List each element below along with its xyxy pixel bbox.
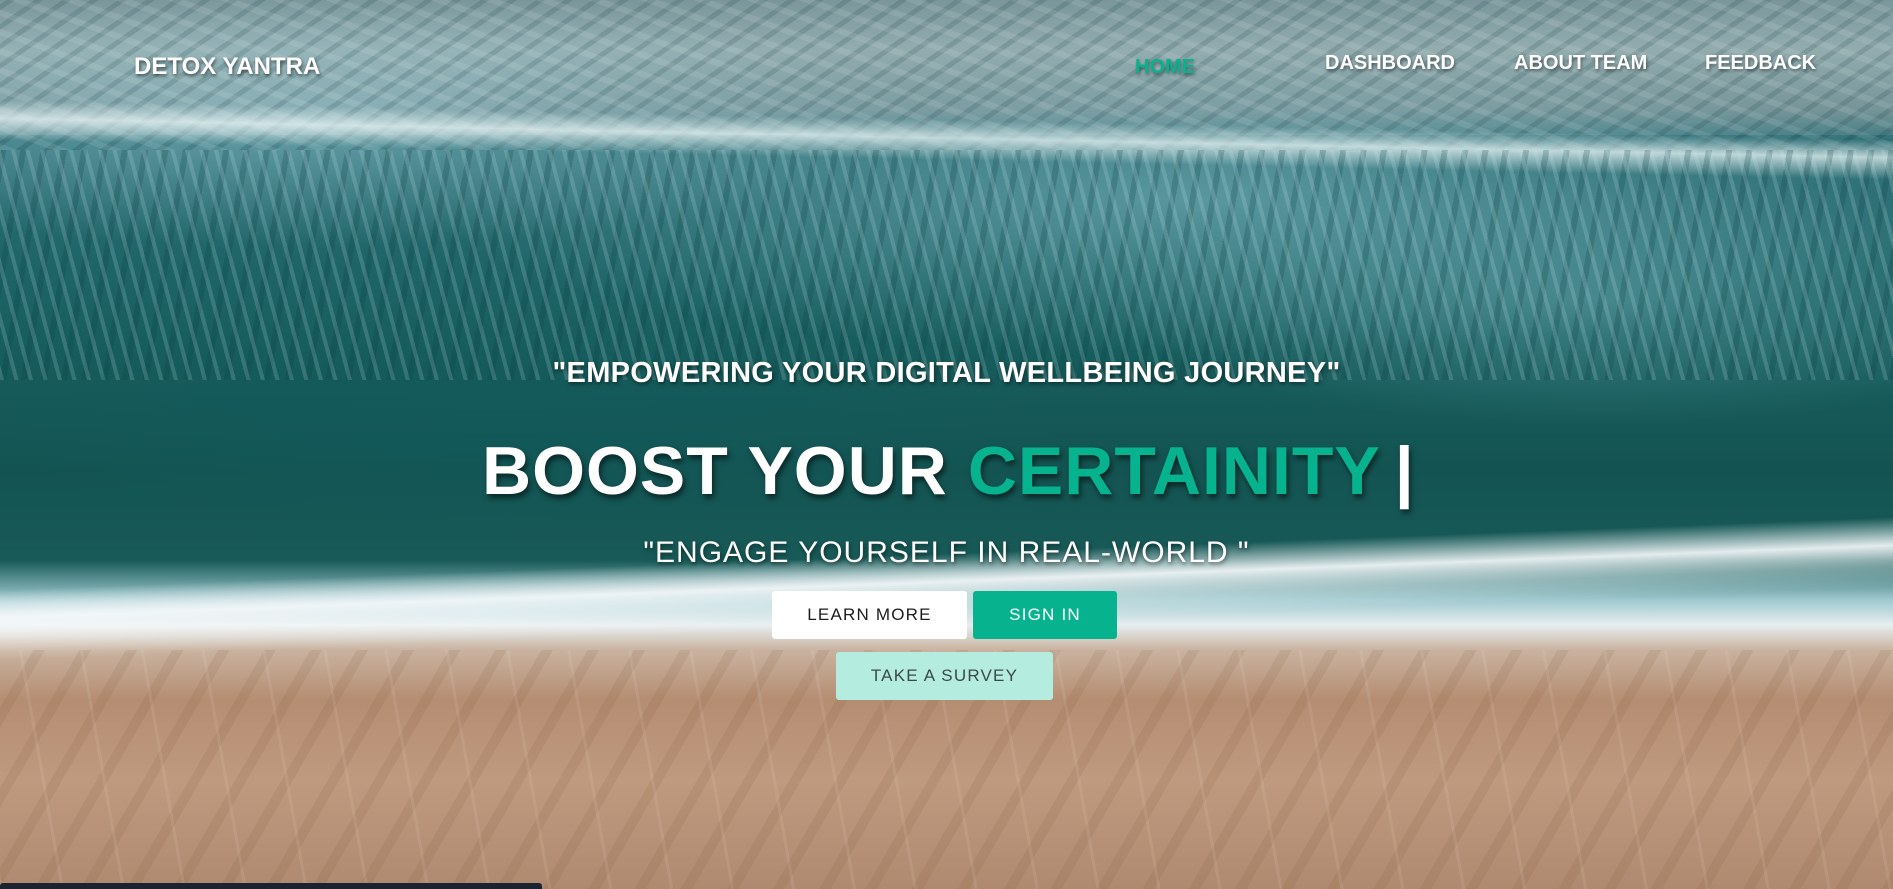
learn-more-button[interactable]: LEARN MORE bbox=[772, 591, 967, 639]
nav-link-dashboard[interactable]: DASHBOARD bbox=[1325, 52, 1455, 75]
wave-foam-middle bbox=[0, 150, 1893, 380]
nav-link-about-team[interactable]: ABOUT TEAM bbox=[1514, 52, 1647, 75]
brand-logo[interactable]: DETOX YANTRA bbox=[134, 53, 320, 81]
headline-prefix: BOOST YOUR bbox=[482, 433, 948, 509]
typing-cursor: | bbox=[1394, 433, 1415, 509]
headline-typed-word: CERTAINITY bbox=[967, 433, 1381, 509]
sign-in-button[interactable]: SIGN IN bbox=[973, 591, 1117, 639]
take-survey-button[interactable]: TAKE A SURVEY bbox=[836, 652, 1053, 700]
hero-headline: BOOST YOUR CERTAINITY | bbox=[482, 432, 1415, 510]
navbar: DETOX YANTRA HOME DASHBOARD ABOUT TEAM F… bbox=[0, 0, 1893, 135]
hero-tagline: "EMPOWERING YOUR DIGITAL WELLBEING JOURN… bbox=[552, 357, 1341, 389]
bottom-overlay-bar bbox=[0, 883, 542, 889]
nav-link-home[interactable]: HOME bbox=[1135, 56, 1195, 79]
nav-link-feedback[interactable]: FEEDBACK bbox=[1705, 52, 1816, 75]
hero-subline: "ENGAGE YOURSELF IN REAL-WORLD " bbox=[643, 536, 1250, 569]
